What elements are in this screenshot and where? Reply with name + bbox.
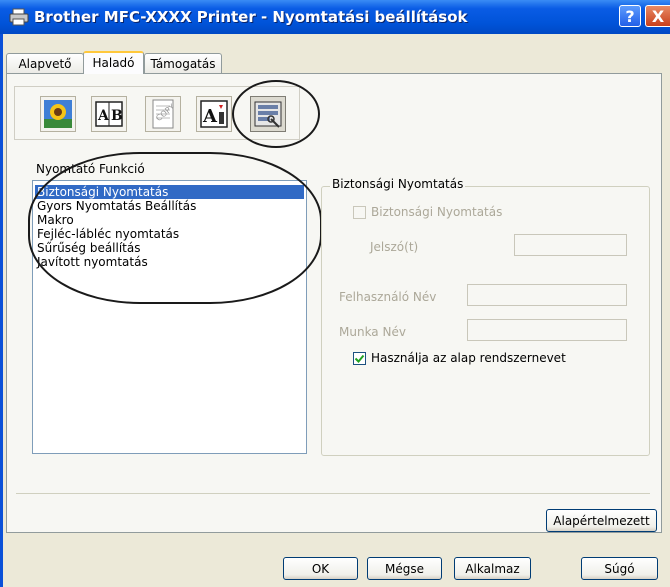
- window-title: Brother MFC-XXXX Printer - Nyomtatási be…: [34, 8, 468, 26]
- highlight-oval: [232, 80, 320, 148]
- svg-text:B: B: [111, 108, 123, 124]
- highlight-oval: [28, 152, 322, 304]
- color-settings-tool[interactable]: [40, 96, 76, 132]
- sunflower-icon: [44, 100, 72, 128]
- tab-support[interactable]: Támogatás: [144, 53, 222, 73]
- close-button[interactable]: X: [645, 5, 670, 27]
- secure-print-checkbox[interactable]: [353, 206, 366, 219]
- password-field[interactable]: [514, 234, 627, 256]
- group-title: Biztonsági Nyomtatás: [330, 177, 466, 191]
- svg-text:A: A: [97, 108, 110, 124]
- default-button[interactable]: Alapértelmezett: [546, 509, 657, 532]
- secure-print-checkbox-label: Biztonsági Nyomtatás: [371, 205, 503, 219]
- window-frame: [0, 34, 3, 587]
- help-title-button[interactable]: ?: [619, 5, 641, 27]
- apply-button[interactable]: Alkalmaz: [454, 557, 531, 580]
- use-default-checkbox[interactable]: [353, 352, 366, 365]
- svg-text:A: A: [202, 106, 218, 127]
- jobname-field[interactable]: [467, 319, 627, 341]
- copy-tool[interactable]: COPY: [145, 96, 181, 132]
- divider: [16, 493, 650, 494]
- watermark-tool[interactable]: A B: [91, 96, 127, 132]
- password-label: Jelszó(t): [370, 240, 419, 254]
- use-default-label: Használja az alap rendszernevet: [371, 351, 566, 365]
- text-scaling-tool[interactable]: A: [196, 96, 232, 132]
- copy-page-icon: COPY: [152, 99, 177, 129]
- tab-basic[interactable]: Alapvető: [6, 53, 84, 73]
- ab-page-icon: A B: [95, 101, 123, 127]
- username-field[interactable]: [467, 284, 627, 306]
- jobname-label: Munka Név: [339, 325, 406, 339]
- printer-icon: [9, 8, 29, 26]
- text-scaling-icon: A: [200, 100, 228, 128]
- help-button[interactable]: Súgó: [581, 557, 658, 580]
- cancel-button[interactable]: Mégse: [367, 557, 442, 580]
- title-bar: Brother MFC-XXXX Printer - Nyomtatási be…: [0, 0, 670, 34]
- username-label: Felhasználó Név: [339, 290, 437, 304]
- checkmark-icon: [354, 354, 365, 363]
- ok-button[interactable]: OK: [283, 557, 358, 580]
- tab-advanced[interactable]: Haladó: [83, 51, 144, 74]
